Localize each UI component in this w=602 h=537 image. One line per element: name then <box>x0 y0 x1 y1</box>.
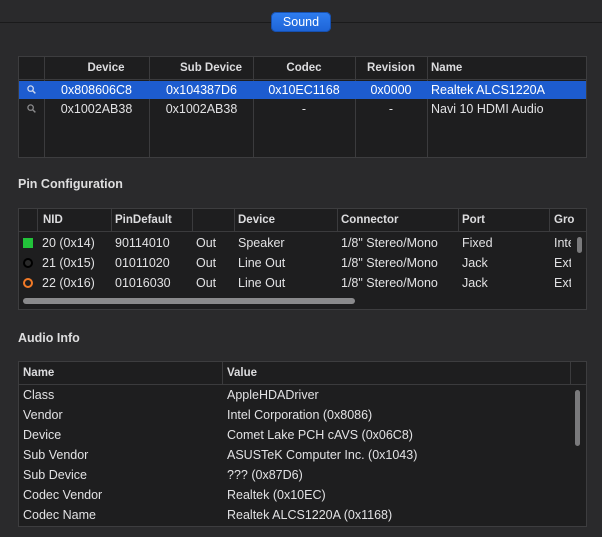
column-header-device[interactable]: Device <box>238 209 275 231</box>
revision-id: 0x0000 <box>370 83 412 97</box>
pin-direction: Out <box>196 256 217 270</box>
column-header-port[interactable]: Port <box>462 209 485 231</box>
column-header-nid[interactable]: NID <box>43 209 63 231</box>
pin-device: Line Out <box>238 256 286 270</box>
pin-device: Speaker <box>238 236 285 250</box>
pin-connector: 1/8" Stereo/Mono <box>341 256 438 270</box>
codec-id: 0x10EC1168 <box>268 83 340 97</box>
audio-info-heading: Audio Info <box>18 331 80 345</box>
vertical-scrollbar[interactable] <box>577 237 582 253</box>
column-divider <box>458 209 459 231</box>
audio-info-table[interactable]: Name Value Class AppleHDADriver Vendor I… <box>18 361 587 527</box>
revision-id: - <box>388 102 394 116</box>
pin-group: Ext <box>554 256 571 270</box>
info-name: Sub Vendor <box>23 448 89 462</box>
column-header-revision[interactable]: Revision <box>356 57 426 79</box>
column-header-group[interactable]: Gro <box>554 209 574 231</box>
pin-connector: 1/8" Stereo/Mono <box>341 276 438 290</box>
column-divider <box>549 209 550 231</box>
pin-default: 01016030 <box>115 276 171 290</box>
pin-port: Fixed <box>462 236 493 250</box>
pin-direction: Out <box>196 236 217 250</box>
magnifier-icon[interactable] <box>27 104 36 113</box>
column-divider <box>337 209 338 231</box>
info-value: Realtek ALCS1220A (0x1168) <box>227 508 393 522</box>
info-name: Codec Vendor <box>23 488 103 502</box>
device-name: Navi 10 HDMI Audio <box>431 102 544 116</box>
info-name: Device <box>23 428 62 442</box>
pin-group: Inte <box>554 236 571 250</box>
horizontal-scrollbar[interactable] <box>23 298 355 304</box>
magnifier-icon[interactable] <box>27 85 36 94</box>
header-divider <box>19 231 586 232</box>
column-header-pindefault[interactable]: PinDefault <box>115 209 172 231</box>
orange-jack-icon <box>23 278 33 288</box>
column-divider <box>427 57 428 157</box>
pin-group: Ext <box>554 276 571 290</box>
pin-default: 01011020 <box>115 256 170 270</box>
column-divider <box>37 209 38 231</box>
pin-configuration-table[interactable]: NID PinDefault Device Connector Port Gro… <box>18 208 587 310</box>
device-table[interactable]: Device Sub Device Codec Revision Name 0x… <box>18 56 587 158</box>
sub-device-id: 0x1002AB38 <box>165 102 238 116</box>
green-jack-icon <box>23 238 33 248</box>
info-name: Class <box>23 388 55 402</box>
info-value: Intel Corporation (0x8086) <box>227 408 373 422</box>
info-value: AppleHDADriver <box>227 388 319 402</box>
pin-default: 90114010 <box>115 236 170 250</box>
column-header-connector[interactable]: Connector <box>341 209 399 231</box>
column-divider <box>222 362 223 384</box>
info-name: Vendor <box>23 408 63 422</box>
pin-port: Jack <box>462 256 488 270</box>
info-value: Realtek (0x10EC) <box>227 488 326 502</box>
pin-port: Jack <box>462 276 488 290</box>
vertical-scrollbar[interactable] <box>575 390 580 446</box>
black-jack-icon <box>23 258 33 268</box>
device-id: 0x808606C8 <box>61 83 132 97</box>
device-name: Realtek ALCS1220A <box>431 83 545 97</box>
column-divider <box>234 209 235 231</box>
column-header-codec[interactable]: Codec <box>254 57 354 79</box>
codec-id: - <box>301 102 307 116</box>
info-value: ??? (0x87D6) <box>227 468 303 482</box>
pin-nid: 20 (0x14) <box>42 236 95 250</box>
info-name: Sub Device <box>23 468 87 482</box>
pin-connector: 1/8" Stereo/Mono <box>341 236 438 250</box>
window: { "tab": {"label": "Sound"}, "devices": … <box>0 0 602 537</box>
column-divider <box>111 209 112 231</box>
tab-sound[interactable]: Sound <box>271 12 331 32</box>
pin-direction: Out <box>196 276 217 290</box>
info-value: Comet Lake PCH cAVS (0x06C8) <box>227 428 413 442</box>
column-divider <box>570 362 571 384</box>
pin-configuration-heading: Pin Configuration <box>18 177 123 191</box>
column-header-name[interactable]: Name <box>431 57 462 79</box>
column-divider <box>192 209 193 231</box>
pin-nid: 22 (0x16) <box>42 276 95 290</box>
column-header-value[interactable]: Value <box>227 362 257 384</box>
column-header-name[interactable]: Name <box>23 362 54 384</box>
pin-nid: 21 (0x15) <box>42 256 95 270</box>
info-value: ASUSTeK Computer Inc. (0x1043) <box>227 448 418 462</box>
sub-device-id: 0x104387D6 <box>166 83 237 97</box>
device-id: 0x1002AB38 <box>60 102 133 116</box>
pin-device: Line Out <box>238 276 286 290</box>
info-name: Codec Name <box>23 508 96 522</box>
